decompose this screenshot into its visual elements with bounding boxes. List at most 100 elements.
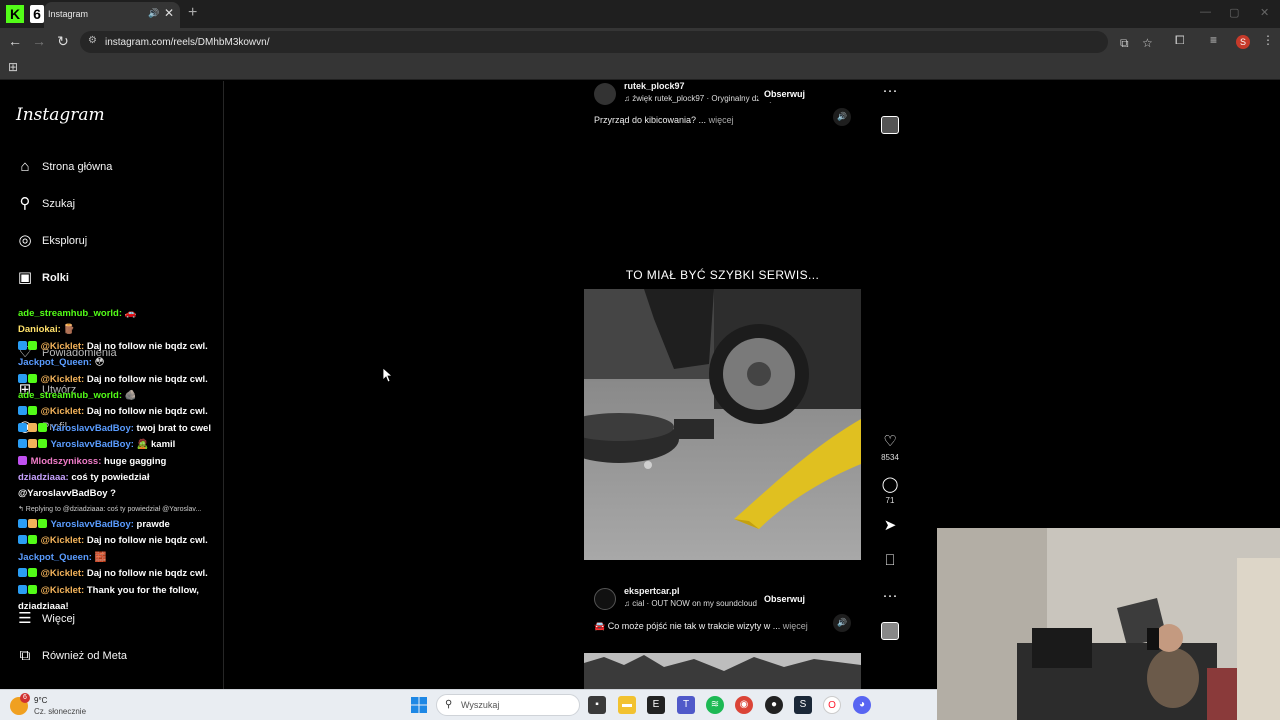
chat-message: YaroslavvBadBoy: twoj brat to cwel	[18, 421, 248, 437]
github-icon[interactable]: ●	[765, 696, 783, 714]
chat-message: @Kicklet: Daj no follow nie bqdz cwl.	[18, 372, 248, 388]
bot-badge-icon	[18, 406, 27, 416]
stream-chat-overlay: ade_streamhub_world: 🚗 Daniokai: 🪵 @Kick…	[18, 306, 248, 615]
instagram-logo[interactable]: Instagram	[16, 105, 105, 125]
star-icon[interactable]: ☆	[1142, 36, 1153, 50]
audio-thumbnail[interactable]	[881, 116, 899, 134]
taskbar-search[interactable]: ⚲ Wyszukaj	[436, 694, 580, 716]
reel-caption[interactable]: Przyrząd do kibicowania? ... więcej	[594, 115, 734, 125]
apps-icon[interactable]: ⊞	[8, 60, 18, 74]
bot-badge-icon	[18, 584, 27, 594]
chrome-icon[interactable]: ◉	[735, 696, 753, 714]
speaker-icon[interactable]: 🔊	[833, 108, 851, 126]
vip-badge-icon	[38, 422, 47, 432]
nav-search[interactable]: ⚲ Szukaj	[16, 195, 216, 217]
nav-explore[interactable]: ◎ Eksploruj	[16, 232, 216, 254]
notification-badge: 6	[20, 693, 30, 703]
sub-badge-icon	[18, 422, 27, 432]
weather-temp: 9°C	[34, 696, 48, 705]
avatar[interactable]	[594, 588, 616, 610]
chat-reply-context: ↰ Replying to @dziadziaaa: coś ty powied…	[18, 505, 202, 513]
weather-widget[interactable]: 6 9°C Cz. słonecznie	[10, 693, 100, 717]
toolbar: ← → ↻ ⚙ instagram.com/reels/DMhbM3kowvn/…	[0, 28, 1280, 56]
discord-icon[interactable]: ◕	[853, 696, 871, 714]
spotify-icon[interactable]: ≋	[706, 696, 724, 714]
reels-icon: ▣	[17, 269, 33, 286]
avatar[interactable]	[594, 83, 616, 105]
next-reel-preview[interactable]	[584, 653, 861, 689]
share-button[interactable]: ➤	[880, 517, 900, 535]
media-icon[interactable]: ≡	[1210, 33, 1217, 47]
nav-also-from-meta[interactable]: ⧉ Również od Meta	[16, 647, 216, 669]
windows-taskbar: 6 9°C Cz. słonecznie ⚲ Wyszukaj ▪ ▬ E T …	[0, 689, 937, 720]
speaker-icon[interactable]: 🔊	[833, 614, 851, 632]
search-icon: ⚲	[445, 699, 453, 710]
new-tab-icon[interactable]: +	[188, 4, 197, 22]
back-icon[interactable]: ←	[6, 33, 24, 49]
reel-title: TO MIAŁ BYĆ SZYBKI SERWIS...	[625, 268, 820, 282]
windows-icon[interactable]	[411, 697, 427, 713]
verified-badge-icon	[28, 535, 37, 545]
chat-message: @Kicklet: Daj no follow nie bqdz cwl.	[18, 339, 248, 355]
mouse-cursor-icon	[383, 368, 393, 382]
terminal-icon[interactable]: ▪	[588, 696, 606, 714]
extensions-icon[interactable]: ⧠	[1175, 33, 1185, 48]
nav-home[interactable]: ⌂ Strona główna	[16, 158, 216, 180]
tab-instagram[interactable]: Instagram 🔊 ✕	[44, 2, 180, 28]
teams-icon[interactable]: T	[677, 696, 695, 714]
chat-message: @Kicklet: Thank you for the follow,	[18, 583, 248, 599]
folder-icon[interactable]: ▬	[618, 696, 636, 714]
verified-badge-icon	[28, 373, 37, 383]
url-text[interactable]: instagram.com/reels/DMhbM3kowvn/	[105, 37, 270, 48]
comment-button[interactable]: ◯ 71	[880, 476, 900, 505]
minimize-icon[interactable]: —	[1200, 6, 1211, 18]
weather-desc: Cz. słonecznie	[34, 707, 87, 716]
chat-message: ade_streamhub_world: 🚗	[18, 308, 137, 319]
reel-caption[interactable]: 🚘 Co może pójść nie tak w trakcie wizyty…	[594, 621, 808, 632]
nav-label: Również od Meta	[42, 650, 127, 662]
maximize-icon[interactable]: ▢	[1229, 6, 1239, 19]
pinned-tab-icon[interactable]: 6	[30, 5, 44, 23]
gift-badge-icon	[28, 439, 37, 449]
verified-badge-icon	[28, 340, 37, 350]
profile-avatar[interactable]: S	[1236, 35, 1250, 49]
mic-badge-icon	[18, 455, 27, 465]
steam-icon[interactable]: S	[794, 696, 812, 714]
bot-badge-icon	[18, 373, 27, 383]
kick-app-icon[interactable]: K	[6, 5, 24, 23]
more-options-icon[interactable]: ···	[880, 82, 900, 100]
bot-badge-icon	[18, 568, 27, 578]
follow-button[interactable]: Obserwuj	[758, 86, 812, 102]
menu-icon[interactable]: ⋮	[1262, 33, 1274, 47]
search-placeholder: Wyszukaj	[461, 700, 500, 710]
site-info-icon[interactable]: ⚙	[88, 35, 97, 46]
reel-username[interactable]: rutek_plock97	[624, 81, 685, 91]
window-close-icon[interactable]: ✕	[1260, 6, 1269, 19]
video-frame	[584, 289, 861, 560]
bot-badge-icon	[18, 340, 27, 350]
reload-icon[interactable]: ↻	[54, 33, 72, 50]
bookmarks-bar: ⊞	[0, 56, 1280, 80]
tab-strip: K 6 Instagram 🔊 ✕ + — ▢ ✕	[0, 0, 1280, 28]
reel-video[interactable]	[584, 289, 861, 560]
nav-label: Eksploruj	[42, 235, 88, 247]
follow-button[interactable]: Obserwuj	[758, 591, 812, 607]
like-button[interactable]: ♡ 8534	[880, 433, 900, 462]
install-icon[interactable]: ⧉	[1120, 36, 1129, 51]
chat-message: Jackpot_Queen: 😳	[18, 357, 105, 369]
tab-title: Instagram	[48, 9, 89, 19]
gift-badge-icon	[28, 422, 37, 432]
verified-badge-icon	[28, 584, 37, 594]
reel-username[interactable]: ekspertcar.pl	[624, 586, 680, 596]
chat-message: @Kicklet: Daj no follow nie bqdz cwl.	[18, 566, 248, 582]
speaker-icon[interactable]: 🔊	[148, 8, 159, 19]
save-button[interactable]: ⎕	[880, 552, 900, 570]
address-bar[interactable]: ⚙ instagram.com/reels/DMhbM3kowvn/ ⧉ ☆	[80, 31, 1153, 53]
verified-badge-icon	[28, 568, 37, 578]
epic-games-icon[interactable]: E	[647, 696, 665, 714]
forward-icon[interactable]: →	[30, 33, 48, 49]
nav-reels[interactable]: ▣ Rolki	[16, 269, 216, 291]
close-icon[interactable]: ✕	[164, 6, 174, 20]
opera-icon[interactable]: O	[823, 696, 841, 714]
webcam-overlay	[937, 528, 1280, 720]
